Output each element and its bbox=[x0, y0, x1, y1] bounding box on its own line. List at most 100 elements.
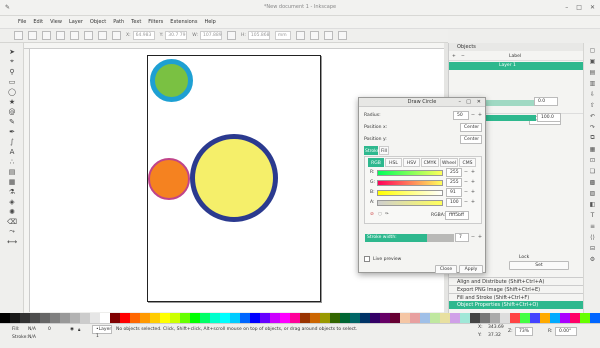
stroke-width-slider-track[interactable] bbox=[427, 234, 454, 242]
palette-swatch[interactable] bbox=[300, 313, 310, 323]
palette-swatch[interactable] bbox=[530, 313, 540, 323]
channel-a-minus-icon[interactable]: − bbox=[463, 199, 469, 205]
palette-swatch[interactable] bbox=[260, 313, 270, 323]
palette-swatch[interactable] bbox=[140, 313, 150, 323]
channel-a-input[interactable]: 100 bbox=[446, 198, 462, 207]
palette-swatch[interactable] bbox=[570, 313, 580, 323]
palette-swatch[interactable] bbox=[440, 313, 450, 323]
dialog-maximize-icon[interactable]: □ bbox=[466, 98, 471, 107]
palette-swatch[interactable] bbox=[190, 313, 200, 323]
raise-top-icon[interactable] bbox=[98, 31, 107, 40]
scale-stroke-icon[interactable] bbox=[295, 31, 305, 40]
lock-checkbox[interactable]: Lock bbox=[519, 255, 529, 260]
lock-ratio-icon[interactable] bbox=[226, 31, 236, 40]
slider-g[interactable] bbox=[377, 180, 443, 186]
save-icon[interactable]: ▤ bbox=[588, 68, 597, 76]
y-field[interactable]: 30.7 79 bbox=[165, 31, 188, 40]
add-layer-icon[interactable]: + bbox=[452, 54, 456, 59]
menu-view[interactable]: View bbox=[50, 19, 62, 25]
panel-align[interactable]: Align and Distribute (Shift+Ctrl+A) bbox=[449, 277, 584, 285]
gradient-tool-icon[interactable]: ▤ bbox=[6, 167, 18, 176]
select-all-icon[interactable] bbox=[14, 31, 23, 40]
palette-swatch[interactable] bbox=[520, 313, 530, 323]
stroke-width-minus-icon[interactable]: − bbox=[470, 234, 476, 240]
move-gradients-icon[interactable] bbox=[323, 31, 333, 40]
rotate-ccw-icon[interactable] bbox=[42, 31, 51, 40]
ungroup-icon[interactable]: ▨ bbox=[588, 189, 597, 197]
star-tool-icon[interactable]: ★ bbox=[6, 97, 18, 106]
channel-g-minus-icon[interactable]: − bbox=[463, 179, 469, 185]
text-tool-icon[interactable]: A bbox=[6, 147, 18, 156]
live-preview-checkbox[interactable] bbox=[364, 256, 370, 262]
h-field[interactable]: 105.868 bbox=[247, 31, 270, 40]
palette-swatch[interactable] bbox=[430, 313, 440, 323]
menu-text[interactable]: Text bbox=[131, 19, 141, 25]
rotation-input[interactable]: 0.00° bbox=[555, 327, 577, 336]
palette-swatch[interactable] bbox=[160, 313, 170, 323]
channel-b-input[interactable]: 91 bbox=[446, 188, 462, 197]
palette-swatch[interactable] bbox=[240, 313, 250, 323]
palette-swatch[interactable] bbox=[460, 313, 470, 323]
palette-swatch[interactable] bbox=[210, 313, 220, 323]
palette-swatch[interactable] bbox=[70, 313, 80, 323]
open-icon[interactable]: ▣ bbox=[588, 57, 597, 65]
tweak-tool-icon[interactable]: ✺ bbox=[6, 207, 18, 216]
calligraphy-tool-icon[interactable]: ∫ bbox=[6, 137, 18, 146]
menu-path[interactable]: Path bbox=[113, 19, 124, 25]
flip-h-icon[interactable] bbox=[70, 31, 79, 40]
position-y-select[interactable]: Center bbox=[460, 135, 482, 144]
palette-swatch[interactable] bbox=[550, 313, 560, 323]
palette-swatch[interactable] bbox=[310, 313, 320, 323]
palette-swatch[interactable] bbox=[250, 313, 260, 323]
palette-swatch[interactable] bbox=[290, 313, 300, 323]
measure-tool-icon[interactable]: ⟷ bbox=[6, 237, 18, 246]
opacity-field-b[interactable]: 100.0 bbox=[537, 113, 561, 122]
w-field[interactable]: 107.889 bbox=[199, 31, 222, 40]
position-x-select[interactable]: Center bbox=[460, 123, 482, 132]
node-tool-icon[interactable]: ⌖ bbox=[6, 57, 18, 66]
palette-swatch[interactable] bbox=[330, 313, 340, 323]
spray-tool-icon[interactable]: ∴ bbox=[6, 157, 18, 166]
green-circle[interactable] bbox=[150, 59, 193, 102]
palette-swatch[interactable] bbox=[40, 313, 50, 323]
palette-swatch[interactable] bbox=[590, 313, 600, 323]
palette-swatch[interactable] bbox=[320, 313, 330, 323]
group-icon[interactable]: ▩ bbox=[588, 178, 597, 186]
rgba-input[interactable]: ffff5bff bbox=[445, 211, 469, 220]
slider-a[interactable] bbox=[377, 200, 443, 206]
copy-icon[interactable]: ⧉ bbox=[588, 134, 597, 142]
palette-swatch[interactable] bbox=[20, 313, 30, 323]
spiral-tool-icon[interactable]: @ bbox=[6, 107, 18, 116]
palette-swatch[interactable] bbox=[380, 313, 390, 323]
stroke-width-input[interactable]: 7 bbox=[455, 233, 469, 242]
palette-swatch[interactable] bbox=[220, 313, 230, 323]
align-icon[interactable]: ⊟ bbox=[588, 244, 597, 252]
palette-swatch[interactable] bbox=[0, 313, 10, 323]
palette-swatch[interactable] bbox=[350, 313, 360, 323]
palette-swatch[interactable] bbox=[50, 313, 60, 323]
zoom-tool-icon[interactable]: ⚲ bbox=[6, 67, 18, 76]
import-icon[interactable]: ⇩ bbox=[588, 90, 597, 98]
palette-swatch[interactable] bbox=[340, 313, 350, 323]
ellipse-tool-icon[interactable]: ◯ bbox=[6, 87, 18, 96]
channel-g-plus-icon[interactable]: + bbox=[470, 179, 476, 185]
layers-icon[interactable]: ≡ bbox=[588, 222, 597, 230]
zoom-input[interactable]: 73% bbox=[515, 327, 533, 336]
channel-b-minus-icon[interactable]: − bbox=[463, 189, 469, 195]
radius-input[interactable]: 50 bbox=[453, 111, 469, 120]
objects-tab[interactable]: Objects bbox=[449, 43, 584, 51]
palette-swatch[interactable] bbox=[500, 313, 510, 323]
palette-swatch[interactable] bbox=[410, 313, 420, 323]
palette-swatch[interactable] bbox=[560, 313, 570, 323]
scale-corners-icon[interactable] bbox=[309, 31, 319, 40]
channel-a-plus-icon[interactable]: + bbox=[470, 199, 476, 205]
minimize-icon[interactable]: – bbox=[565, 4, 568, 11]
duplicate-icon[interactable]: ❏ bbox=[588, 167, 597, 175]
preferences-icon[interactable]: ⚙ bbox=[588, 255, 597, 263]
menu-filters[interactable]: Filters bbox=[148, 19, 163, 25]
channel-b-plus-icon[interactable]: + bbox=[470, 189, 476, 195]
palette-swatch[interactable] bbox=[480, 313, 490, 323]
palette-swatch[interactable] bbox=[270, 313, 280, 323]
palette-swatch[interactable] bbox=[400, 313, 410, 323]
channel-r-input[interactable]: 255 bbox=[446, 168, 462, 177]
